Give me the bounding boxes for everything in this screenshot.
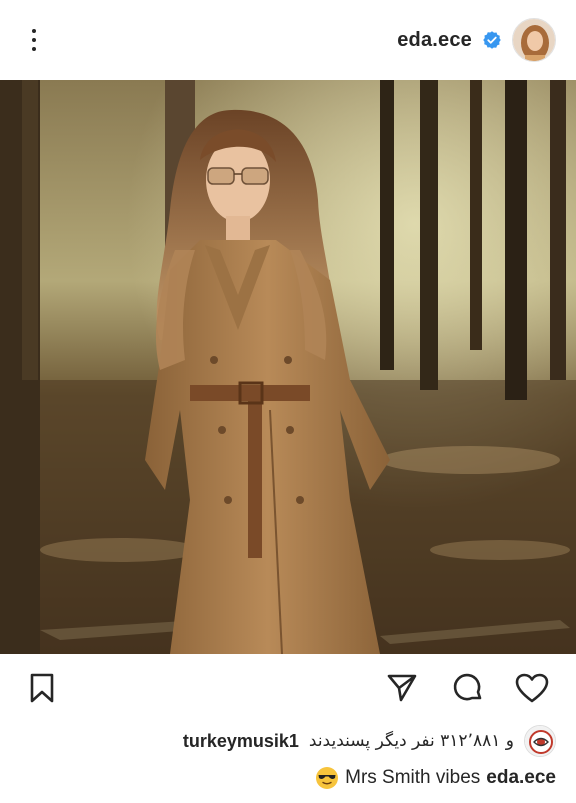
comment-icon[interactable] <box>450 670 486 706</box>
sunglasses-emoji-icon <box>316 767 339 789</box>
send-icon[interactable] <box>384 670 420 706</box>
post-header: eda.ece <box>0 0 576 80</box>
heart-icon[interactable] <box>514 670 550 706</box>
likes-count-text[interactable]: و ۳۱۲٬۸۸۱ نفر دیگر پسندیدند <box>309 731 514 751</box>
post-photo[interactable] <box>0 80 576 654</box>
author-username[interactable]: eda.ece <box>397 29 472 52</box>
more-options-icon[interactable] <box>22 22 46 58</box>
post-author[interactable]: eda.ece <box>397 16 556 64</box>
caption-username[interactable]: eda.ece <box>486 767 556 789</box>
liker-username[interactable]: turkeymusik1 <box>183 731 299 752</box>
bookmark-icon[interactable] <box>24 670 60 706</box>
caption-text: Mrs Smith vibes <box>345 767 481 788</box>
post-actions <box>0 664 576 714</box>
likes-summary[interactable]: turkeymusik1 و ۳۱۲٬۸۸۱ نفر دیگر پسندیدند <box>183 724 556 758</box>
author-avatar[interactable] <box>512 18 556 62</box>
liker-avatar[interactable] <box>524 725 556 757</box>
post-caption: Mrs Smith vibes eda.ece <box>315 760 556 796</box>
verified-badge-icon <box>483 31 501 49</box>
